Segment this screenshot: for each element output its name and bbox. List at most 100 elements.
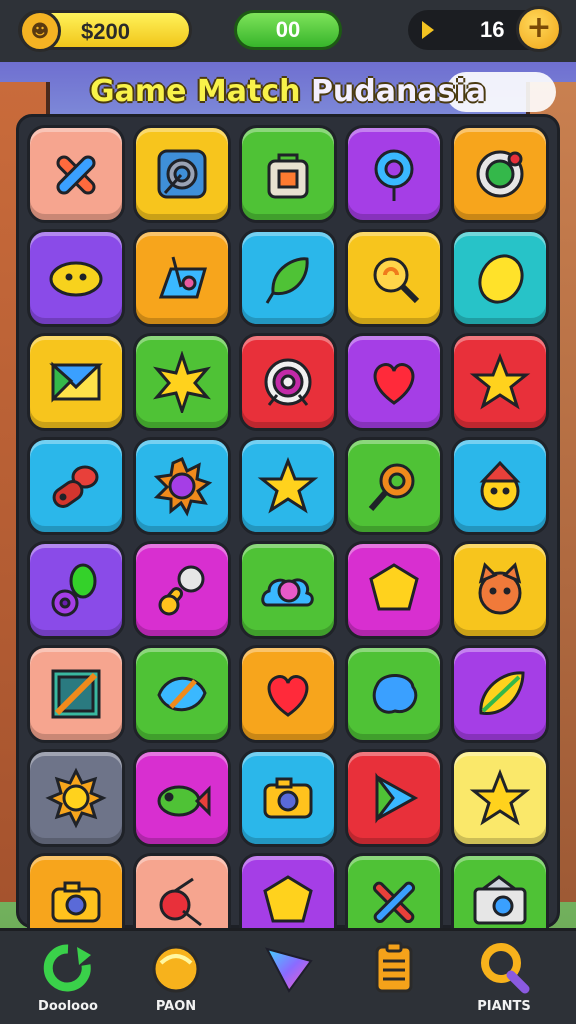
clipboard-icon: [375, 941, 413, 993]
star-gem-icon: [369, 563, 419, 611]
game-tile[interactable]: [451, 541, 549, 639]
game-tile[interactable]: [239, 749, 337, 847]
refresh-icon: [43, 944, 91, 992]
lives-counter: 16 +: [408, 6, 562, 52]
magnifier-swirl-icon: [373, 257, 420, 304]
game-tile[interactable]: [345, 541, 443, 639]
fish-icon: [157, 785, 211, 817]
top-bar: ☻ $200 00 16 +: [0, 0, 576, 62]
score-counter: 00: [234, 10, 342, 50]
game-title: Game Match Pudanasia: [0, 74, 576, 109]
blob-icon: [372, 674, 418, 714]
nav-item-search[interactable]: PIANTS: [454, 941, 554, 1021]
nav-item-tasks[interactable]: [344, 941, 444, 1021]
game-tile[interactable]: [133, 645, 231, 743]
bottom-nav: Doolooo PAON PIANTS: [0, 928, 576, 1024]
game-tile[interactable]: [27, 541, 125, 639]
game-tile[interactable]: [133, 229, 231, 327]
game-tile[interactable]: [451, 645, 549, 743]
leaf-pen-icon: [157, 676, 207, 712]
game-tile[interactable]: [239, 333, 337, 431]
pea-pod-icon: [51, 563, 97, 617]
magnifier-icon: [368, 463, 415, 511]
game-tile[interactable]: [133, 749, 231, 847]
smiley-hat-icon: [479, 460, 521, 511]
heart-icon: [373, 363, 415, 405]
game-tile[interactable]: [239, 125, 337, 223]
sun-burst-icon: [152, 351, 212, 413]
game-tile[interactable]: [133, 541, 231, 639]
coin-pot-icon: [152, 945, 200, 993]
camera-icon: [263, 777, 313, 819]
nav-label-refresh: Doolooo: [38, 999, 98, 1014]
game-tile[interactable]: [345, 229, 443, 327]
game-tile[interactable]: [345, 749, 443, 847]
game-tile[interactable]: [239, 541, 337, 639]
game-tile[interactable]: [451, 749, 549, 847]
game-tile[interactable]: [451, 333, 549, 431]
lemon-icon: [478, 254, 524, 304]
game-tile[interactable]: [451, 437, 549, 535]
game-board: [16, 114, 560, 951]
game-tile[interactable]: [239, 229, 337, 327]
game-tile[interactable]: [133, 437, 231, 535]
crossed-tools-icon: [372, 881, 416, 924]
game-tile[interactable]: [27, 229, 125, 327]
gear-sun-icon: [153, 457, 213, 517]
game-tile[interactable]: [27, 333, 125, 431]
game-tile[interactable]: [451, 229, 549, 327]
title-part-1: Game Match: [89, 74, 311, 109]
game-tile[interactable]: [345, 645, 443, 743]
heart-icon: [267, 675, 309, 717]
add-lives-button[interactable]: +: [516, 6, 562, 52]
game-tile[interactable]: [451, 125, 549, 223]
target-icon: [264, 358, 312, 406]
camera-icon: [51, 881, 101, 923]
envelope-icon: [49, 361, 103, 403]
game-tile[interactable]: [27, 749, 125, 847]
search-icon: [481, 943, 530, 994]
drumstick-icon: [52, 465, 99, 508]
game-tile[interactable]: [133, 333, 231, 431]
star-icon: [469, 768, 531, 826]
coin-counter[interactable]: ☻ $200: [18, 10, 192, 52]
nav-item-play[interactable]: [238, 941, 338, 1021]
chat-bubble-icon: [476, 150, 524, 198]
lemon-face-icon: [49, 261, 103, 297]
leaf-icon: [265, 257, 309, 304]
game-tile[interactable]: [239, 645, 337, 743]
pin-icon: [374, 149, 414, 201]
game-tile[interactable]: [27, 645, 125, 743]
nav-item-refresh[interactable]: Doolooo: [18, 941, 118, 1021]
cat-face-icon: [478, 562, 522, 615]
game-tile[interactable]: [27, 437, 125, 535]
coin-amount: $200: [81, 19, 130, 44]
game-tile[interactable]: [345, 333, 443, 431]
tile-grid: [27, 125, 549, 951]
game-tile[interactable]: [239, 437, 337, 535]
nav-item-coin-pot[interactable]: PAON: [126, 941, 226, 1021]
game-tile[interactable]: [133, 125, 231, 223]
gem-play-icon: [265, 947, 313, 993]
play-icon: [422, 21, 434, 39]
feather-leaf-icon: [479, 671, 525, 715]
rattle-icon: [158, 565, 205, 616]
game-tile[interactable]: [27, 125, 125, 223]
sun-face-icon: [45, 767, 107, 829]
game-tile[interactable]: [345, 125, 443, 223]
star-icon: [469, 352, 531, 410]
star-icon: [257, 456, 319, 514]
picture-frame-icon: [51, 669, 101, 719]
title-part-2: Pudanasia: [310, 74, 486, 109]
nav-label-coin-pot: PAON: [155, 999, 197, 1014]
tool-box-icon: [158, 256, 207, 299]
cherry-icon: [159, 877, 202, 927]
camera-box-icon: [473, 875, 527, 925]
bandage-x-icon: [56, 155, 96, 195]
game-tile[interactable]: [345, 437, 443, 535]
target-screen-icon: [157, 149, 207, 199]
cloud-icon: [261, 578, 314, 607]
nav-label-search: PIANTS: [477, 999, 531, 1014]
star-gem-icon: [263, 875, 313, 923]
play-icon: [375, 772, 419, 824]
